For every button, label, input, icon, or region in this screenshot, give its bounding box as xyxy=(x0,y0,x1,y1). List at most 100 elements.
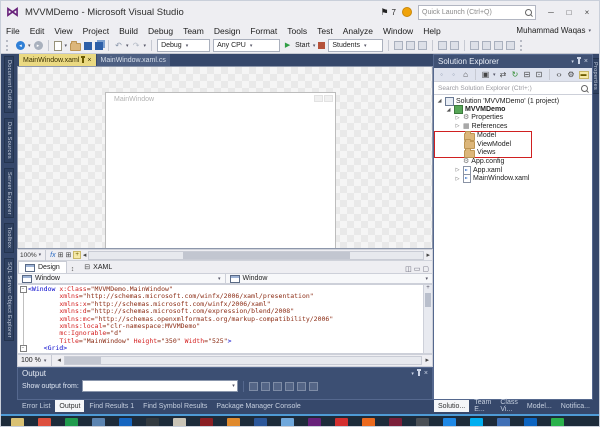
taskbar-office-icon[interactable] xyxy=(362,418,375,427)
menu-format[interactable]: Format xyxy=(245,26,282,36)
collapsed-arrow-icon[interactable]: ▷ xyxy=(454,115,461,121)
close-icon[interactable]: × xyxy=(87,57,91,64)
outlining-margin[interactable] xyxy=(18,301,28,308)
bookmark-icon-3[interactable] xyxy=(494,41,503,50)
profile-dropdown[interactable]: Students ▾ xyxy=(328,39,383,52)
panel-tab-find-results-1[interactable]: Find Results 1 xyxy=(85,400,138,412)
se-refresh-icon[interactable]: ↻ xyxy=(511,70,520,80)
menu-debug[interactable]: Debug xyxy=(143,26,178,36)
uncomment-icon[interactable] xyxy=(450,41,459,50)
se-properties-icon[interactable]: ⚙ xyxy=(567,70,576,80)
se-scope-icon[interactable]: ▣ xyxy=(481,70,490,80)
scroll-right-icon[interactable]: ▸ xyxy=(425,356,429,365)
tree-item-mainwindow-xaml[interactable]: ▷MainWindow.xaml xyxy=(434,175,592,183)
minimize-button[interactable]: ─ xyxy=(542,5,560,20)
close-icon[interactable]: × xyxy=(584,58,588,65)
tree-item-properties[interactable]: ▷⚙Properties xyxy=(434,114,592,122)
taskbar-chart-icon[interactable] xyxy=(227,418,240,427)
comment-icon[interactable] xyxy=(438,41,447,50)
designer-window-preview[interactable]: MainWindow xyxy=(105,92,336,249)
save-icon[interactable] xyxy=(84,42,92,50)
outlining-margin[interactable]: − xyxy=(18,345,28,352)
tree-item-model[interactable]: Model xyxy=(435,132,531,140)
taskbar-adobe-icon[interactable] xyxy=(335,418,348,427)
taskbar-skype-icon[interactable] xyxy=(470,418,483,427)
outlining-margin[interactable] xyxy=(18,338,28,345)
tree-item-references[interactable]: ▷▦References xyxy=(434,122,592,130)
code-vertical-scrollbar[interactable]: + xyxy=(423,285,432,353)
signed-in-user[interactable]: Muhammad Waqas ▾ xyxy=(516,26,599,35)
notifications-flag-icon[interactable]: ⚑ xyxy=(380,7,388,18)
swap-panes-icon[interactable]: ↕ xyxy=(67,266,79,273)
outlining-margin[interactable] xyxy=(18,323,28,330)
output-toolbar-icon-6[interactable] xyxy=(309,382,318,391)
output-toolbar-icon-4[interactable] xyxy=(285,382,294,391)
taskbar-settings-icon[interactable] xyxy=(497,418,510,427)
se-preview-icon[interactable]: ⊡ xyxy=(535,70,544,80)
panel-tab-error-list[interactable]: Error List xyxy=(18,400,54,412)
se-show-all-files-icon[interactable]: ▬ xyxy=(579,71,589,79)
taskbar-terminal-icon[interactable] xyxy=(146,418,159,427)
collapsed-arrow-icon[interactable]: ▷ xyxy=(454,123,461,129)
taskbar-printer-icon[interactable] xyxy=(173,418,186,427)
panel-menu-caret-icon[interactable]: ▾ xyxy=(411,371,414,377)
panel-tab-solutio[interactable]: Solutio... xyxy=(434,400,469,412)
output-toolbar-icon-2[interactable] xyxy=(261,382,270,391)
feedback-icon[interactable] xyxy=(402,7,412,17)
panel-tab-find-symbol-results[interactable]: Find Symbol Results xyxy=(139,400,211,412)
menu-window[interactable]: Window xyxy=(378,26,418,36)
menu-tools[interactable]: Tools xyxy=(282,26,312,36)
side-tab-toolbox[interactable]: Toolbox xyxy=(4,223,14,252)
taskbar-visual-studio-icon[interactable] xyxy=(308,418,321,427)
solution-configuration-dropdown[interactable]: Debug ▾ xyxy=(157,39,210,52)
side-tab-server-explorer[interactable]: Server Explorer xyxy=(4,168,14,219)
designer-horizontal-scrollbar[interactable] xyxy=(88,251,424,260)
designer-zoom-dropdown[interactable]: 100% xyxy=(20,252,37,259)
bookmark-icon-1[interactable] xyxy=(470,41,479,50)
expanded-arrow-icon[interactable]: ◢ xyxy=(445,107,452,113)
new-item-icon[interactable] xyxy=(54,41,62,51)
solution-platform-dropdown[interactable]: Any CPU ▾ xyxy=(213,39,280,52)
element-dropdown-left[interactable]: Window ▾ xyxy=(18,274,226,283)
se-back-icon[interactable]: ◦ xyxy=(437,70,446,80)
menu-analyze[interactable]: Analyze xyxy=(338,26,378,36)
menu-project[interactable]: Project xyxy=(78,26,114,36)
taskbar-photos-icon[interactable] xyxy=(281,418,294,427)
outlining-margin[interactable] xyxy=(18,330,28,337)
taskbar-excel-icon[interactable] xyxy=(65,418,78,427)
scroll-right-icon[interactable]: ▸ xyxy=(426,251,430,260)
pin-icon[interactable] xyxy=(578,59,580,64)
menu-build[interactable]: Build xyxy=(114,26,143,36)
editor-format-icon-2[interactable] xyxy=(406,41,415,50)
se-forward-icon[interactable]: ◦ xyxy=(449,70,458,80)
vertical-split-icon[interactable]: ◫ xyxy=(405,265,412,273)
snapping-toggle-icon[interactable]: + xyxy=(73,251,81,259)
menu-view[interactable]: View xyxy=(49,26,77,36)
outlining-margin[interactable] xyxy=(18,308,28,315)
output-source-dropdown[interactable]: ▾ xyxy=(82,380,238,392)
editor-format-icon-1[interactable] xyxy=(394,41,403,50)
taskbar-edge-icon[interactable] xyxy=(443,418,456,427)
taskbar-m-app-icon[interactable] xyxy=(389,418,402,427)
panel-tab-model[interactable]: Model... xyxy=(523,400,556,412)
se-view-code-icon[interactable]: ‹› xyxy=(555,70,564,80)
show-grid-icon[interactable]: ⊞ xyxy=(58,251,64,260)
collapse-pane-icon[interactable]: ▢ xyxy=(422,265,429,273)
start-debug-icon[interactable]: ▶ xyxy=(283,41,292,51)
tree-item-viewmodel[interactable]: ViewModel xyxy=(435,140,531,148)
editor-format-icon-3[interactable] xyxy=(418,41,427,50)
xaml-code-editor[interactable]: −<Window x:Class="MVVMDemo.MainWindow" x… xyxy=(17,284,433,354)
bookmark-icon-4[interactable] xyxy=(506,41,515,50)
se-collapse-all-icon[interactable]: ⊟ xyxy=(523,70,532,80)
output-title-bar[interactable]: Output ▾ × xyxy=(18,368,432,379)
browser-profile-icon[interactable] xyxy=(318,42,325,49)
taskbar-folder-icon[interactable] xyxy=(11,418,24,427)
quick-launch-input[interactable]: Quick Launch (Ctrl+Q) xyxy=(418,5,536,20)
panel-tab-output[interactable]: Output xyxy=(55,400,84,412)
menu-design[interactable]: Design xyxy=(209,26,245,36)
taskbar-mail-icon[interactable] xyxy=(551,418,564,427)
snap-grid-icon[interactable]: ⊞ xyxy=(65,251,71,260)
collapse-toggle-icon[interactable]: − xyxy=(20,345,27,352)
horizontal-split-icon[interactable]: ▭ xyxy=(414,265,421,273)
taskbar-store-icon[interactable] xyxy=(524,418,537,427)
